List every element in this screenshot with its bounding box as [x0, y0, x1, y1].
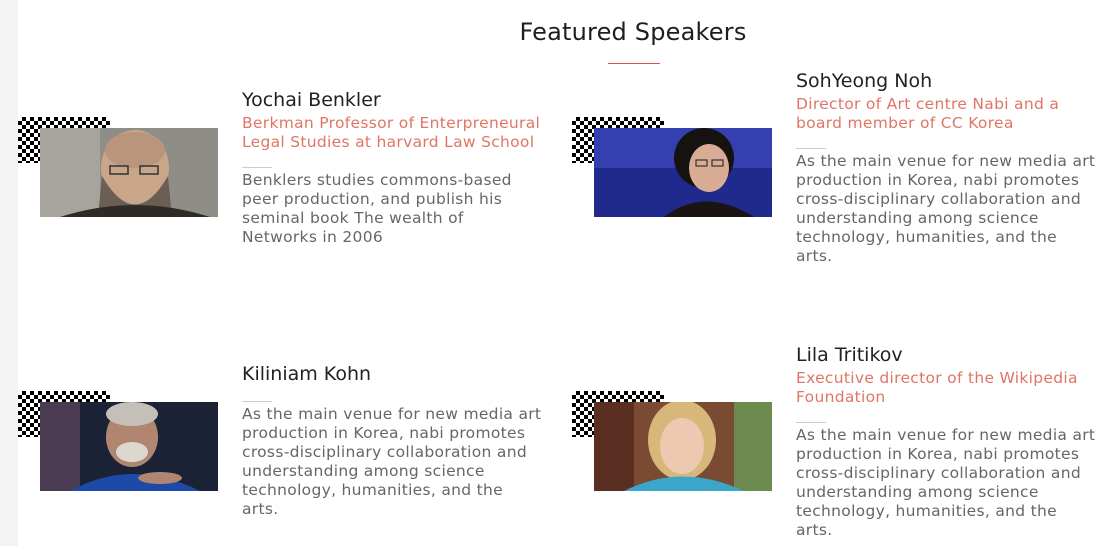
speaker-role: Berkman Professor of Enterpreneural Lega…	[242, 114, 541, 151]
speaker-info: SohYeong Noh Director of Art centre Nabi…	[796, 70, 1096, 266]
speaker-bio: As the main venue for new media art prod…	[796, 152, 1096, 265]
left-rail	[0, 0, 18, 546]
speaker-photo-frame	[18, 117, 218, 217]
divider	[242, 167, 272, 168]
speaker-name[interactable]: Yochai Benkler	[242, 89, 542, 112]
speaker-role: Executive director of the Wikipedia Foun…	[796, 369, 1078, 406]
speaker-name[interactable]: Kiliniam Kohn	[242, 363, 542, 386]
speaker-photo-frame	[572, 117, 772, 217]
speaker-photo-image	[40, 128, 218, 217]
speaker-bio: As the main venue for new media art prod…	[242, 405, 542, 518]
section-title: Featured Speakers	[519, 18, 747, 46]
speaker-photo-image	[40, 402, 218, 491]
speaker-info: Yochai Benkler Berkman Professor of Ente…	[242, 89, 542, 247]
speaker-name[interactable]: SohYeong Noh	[796, 70, 1096, 93]
speaker-photo[interactable]	[594, 128, 772, 217]
speaker-photo-frame	[18, 391, 218, 491]
speaker-photo-image	[594, 128, 772, 217]
speaker-photo[interactable]	[40, 128, 218, 217]
speaker-info: Lila Tritikov Executive director of the …	[796, 344, 1096, 540]
divider	[242, 401, 272, 402]
divider	[796, 422, 826, 423]
speaker-bio: As the main venue for new media art prod…	[796, 426, 1096, 539]
divider	[796, 148, 826, 149]
title-underline	[608, 63, 660, 64]
speaker-bio: Benklers studies commons-based peer prod…	[242, 171, 512, 246]
speaker-photo-frame	[572, 391, 772, 491]
speaker-photo[interactable]	[594, 402, 772, 491]
speaker-role: Director of Art centre Nabi and a board …	[796, 95, 1060, 132]
speaker-photo-image	[594, 402, 772, 491]
speaker-photo[interactable]	[40, 402, 218, 491]
speaker-name[interactable]: Lila Tritikov	[796, 344, 1096, 367]
speaker-info: Kiliniam Kohn As the main venue for new …	[242, 363, 542, 519]
